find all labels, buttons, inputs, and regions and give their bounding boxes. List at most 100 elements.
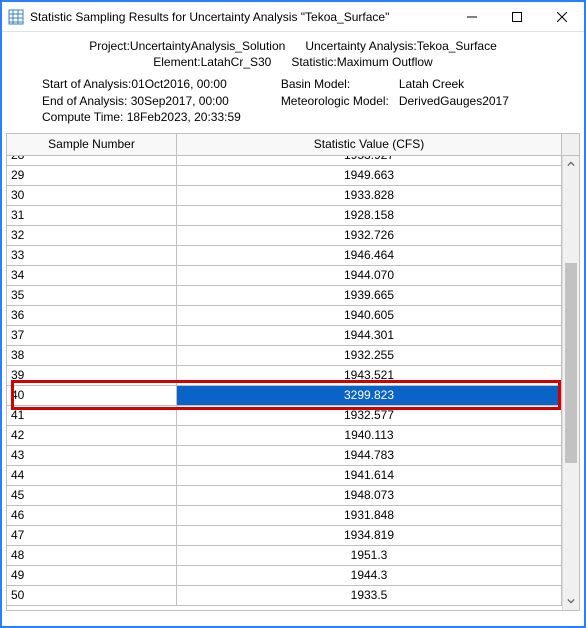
table-row[interactable]: 291949.663: [7, 166, 562, 186]
table-row[interactable]: 461931.848: [7, 506, 562, 526]
table-row[interactable]: 341944.070: [7, 266, 562, 286]
cell-statistic-value: 1949.663: [177, 166, 562, 185]
table-row[interactable]: 501933.5: [7, 586, 562, 606]
cell-sample-number: 37: [7, 326, 177, 345]
cell-sample-number: 43: [7, 446, 177, 465]
close-button[interactable]: [539, 2, 584, 32]
table-row[interactable]: 491944.3: [7, 566, 562, 586]
table-row[interactable]: 391943.521: [7, 366, 562, 386]
cell-statistic-value: 1933.828: [177, 186, 562, 205]
compute-value: 18Feb2023, 20:33:59: [127, 110, 241, 124]
table-row[interactable]: 351939.665: [7, 286, 562, 306]
column-sample-number[interactable]: Sample Number: [7, 134, 177, 155]
table-row[interactable]: 361940.605: [7, 306, 562, 326]
cell-sample-number: 40: [7, 386, 177, 405]
cell-statistic-value: 1931.848: [177, 506, 562, 525]
vertical-scrollbar[interactable]: [562, 156, 579, 610]
titlebar: Statistic Sampling Results for Uncertain…: [2, 2, 584, 32]
cell-sample-number: 49: [7, 566, 177, 585]
cell-statistic-value: 1944.301: [177, 326, 562, 345]
cell-statistic-value: 1933.5: [177, 586, 562, 605]
end-label: End of Analysis:: [42, 94, 131, 108]
scroll-up-button[interactable]: [563, 156, 579, 173]
ua-value: Tekoa_Surface: [417, 39, 497, 53]
cell-sample-number: 47: [7, 526, 177, 545]
cell-statistic-value: 1948.073: [177, 486, 562, 505]
cell-statistic-value: 1940.605: [177, 306, 562, 325]
cell-sample-number: 32: [7, 226, 177, 245]
table-row[interactable]: 403299.823: [7, 386, 562, 406]
cell-statistic-value: 1932.577: [177, 406, 562, 425]
cell-statistic-value: 1940.113: [177, 426, 562, 445]
cell-statistic-value: 1943.521: [177, 366, 562, 385]
table-row[interactable]: 381932.255: [7, 346, 562, 366]
table-row[interactable]: 281953.927: [7, 156, 562, 166]
table-row[interactable]: 471934.819: [7, 526, 562, 546]
scroll-track[interactable]: [563, 173, 579, 593]
met-label: Meteorologic Model:: [281, 93, 399, 109]
table-row[interactable]: 371944.301: [7, 326, 562, 346]
cell-sample-number: 45: [7, 486, 177, 505]
cell-sample-number: 46: [7, 506, 177, 525]
table-row[interactable]: 311928.158: [7, 206, 562, 226]
end-value: 30Sep2017, 00:00: [131, 94, 229, 108]
cell-sample-number: 35: [7, 286, 177, 305]
project-label: Project:: [89, 39, 130, 53]
table-icon: [8, 9, 24, 25]
table-row[interactable]: 331946.464: [7, 246, 562, 266]
element-value: LatahCr_S30: [201, 55, 272, 69]
cell-statistic-value: 1946.464: [177, 246, 562, 265]
cell-sample-number: 28: [7, 156, 177, 165]
column-statistic-value[interactable]: Statistic Value (CFS): [177, 134, 562, 155]
cell-statistic-value: 1944.783: [177, 446, 562, 465]
cell-sample-number: 50: [7, 586, 177, 605]
element-label: Element:: [153, 55, 200, 69]
cell-sample-number: 33: [7, 246, 177, 265]
table-body[interactable]: 281953.927291949.663301933.828311928.158…: [7, 156, 562, 610]
scroll-down-button[interactable]: [563, 593, 579, 610]
cell-sample-number: 39: [7, 366, 177, 385]
ua-label: Uncertainty Analysis:: [305, 39, 416, 53]
project-value: UncertaintyAnalysis_Solution: [130, 39, 285, 53]
table-row[interactable]: 421940.113: [7, 426, 562, 446]
cell-statistic-value: 1944.070: [177, 266, 562, 285]
cell-sample-number: 41: [7, 406, 177, 425]
cell-statistic-value: 1928.158: [177, 206, 562, 225]
cell-sample-number: 31: [7, 206, 177, 225]
cell-statistic-value: 1953.927: [177, 156, 562, 165]
maximize-button[interactable]: [494, 2, 539, 32]
table-header: Sample Number Statistic Value (CFS): [7, 134, 579, 156]
statistic-label: Statistic:: [291, 55, 336, 69]
cell-sample-number: 29: [7, 166, 177, 185]
met-value: DerivedGauges2017: [399, 93, 509, 109]
cell-statistic-value: 1941.614: [177, 466, 562, 485]
table-row[interactable]: 481951.3: [7, 546, 562, 566]
metadata-panel: Project:UncertaintyAnalysis_Solution Unc…: [2, 32, 584, 129]
cell-statistic-value: 1951.3: [177, 546, 562, 565]
cell-sample-number: 38: [7, 346, 177, 365]
cell-sample-number: 42: [7, 426, 177, 445]
compute-label: Compute Time:: [42, 110, 127, 124]
cell-sample-number: 44: [7, 466, 177, 485]
table-row[interactable]: 451948.073: [7, 486, 562, 506]
cell-sample-number: 36: [7, 306, 177, 325]
cell-sample-number: 30: [7, 186, 177, 205]
table-row[interactable]: 441941.614: [7, 466, 562, 486]
start-label: Start of Analysis:: [42, 77, 131, 91]
table-row[interactable]: 321932.726: [7, 226, 562, 246]
header-scroll-gap: [562, 134, 579, 155]
minimize-button[interactable]: [449, 2, 494, 32]
start-value: 01Oct2016, 00:00: [131, 77, 226, 91]
table-row[interactable]: 431944.783: [7, 446, 562, 466]
window-title: Statistic Sampling Results for Uncertain…: [30, 10, 449, 24]
statistic-value: Maximum Outflow: [337, 55, 433, 69]
cell-statistic-value: 1932.255: [177, 346, 562, 365]
cell-statistic-value: 1934.819: [177, 526, 562, 545]
cell-sample-number: 48: [7, 546, 177, 565]
cell-statistic-value: 3299.823: [177, 386, 562, 405]
table-row[interactable]: 301933.828: [7, 186, 562, 206]
table-row[interactable]: 411932.577: [7, 406, 562, 426]
cell-statistic-value: 1939.665: [177, 286, 562, 305]
scroll-thumb[interactable]: [565, 263, 577, 463]
cell-sample-number: 34: [7, 266, 177, 285]
